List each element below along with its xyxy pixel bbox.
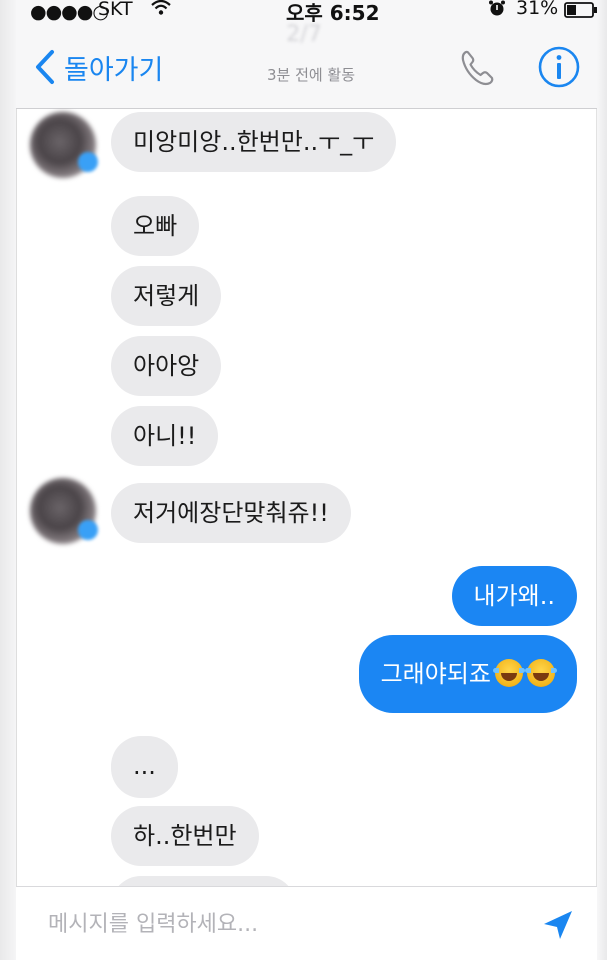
status-bar: ●●●●○ SKT 오후 6:52 31% [16,0,598,25]
messenger-badge-icon [78,520,98,540]
last-active-status: 3분 전에 활동 [266,66,356,84]
signal-strength-indicator: ●●●●○ [30,1,109,23]
chevron-left-icon [36,50,54,84]
photo-edge-right [596,0,607,960]
incoming-message-bubble[interactable]: 미앙미앙..한번만..ㅜ_ㅜ [111,112,397,172]
alarm-icon [488,0,506,22]
incoming-message-bubble[interactable]: 아아앙 [111,336,222,396]
incoming-message-bubble[interactable]: 저거에장단맞춰쥬!! [111,483,351,543]
incoming-message-bubble[interactable]: ... [111,736,178,798]
incoming-message-bubble[interactable]: 저렇게 [111,266,222,326]
send-button[interactable] [538,905,578,945]
navigation-bar: 돌아가기 2/7 3분 전에 활동 [16,22,597,109]
laughing-tears-emoji [525,659,557,687]
info-icon [538,46,580,88]
info-button[interactable] [536,44,582,90]
back-button[interactable]: 돌아가기 [32,42,163,92]
incoming-message-bubble[interactable]: 하..한번만 [111,806,259,866]
photo-edge-left [0,0,17,960]
carrier-name: SKT [98,0,133,20]
laughing-tears-emoji [493,659,525,687]
contact-name: 2/7 [286,22,322,47]
incoming-message-bubble[interactable]: 아니!! [111,406,219,466]
message-composer [16,886,597,960]
outgoing-message-bubble[interactable]: 내가왜.. [451,566,577,626]
wifi-icon [150,0,172,23]
chat-screen: ●●●●○ SKT 오후 6:52 31% 돌아가기 2/7 3분 전에 활동 … [0,0,607,960]
battery-percent: 31% [516,0,559,19]
battery-icon [564,1,598,23]
messenger-badge-icon [78,152,98,172]
back-button-label: 돌아가기 [64,54,164,86]
phone-icon [461,50,494,86]
partial-message-bubble [111,876,296,886]
message-input[interactable] [46,901,510,947]
incoming-message-bubble[interactable]: 오빠 [111,196,200,256]
send-arrow-icon [544,911,572,939]
message-list[interactable]: 미앙미앙..한번만..ㅜ_ㅜ 오빠 저렇게 아아앙 아니!! 저거에장단맞춰쥬!… [16,108,597,886]
outgoing-message-text: 그래야되죠 [380,660,491,688]
outgoing-message-bubble[interactable]: 그래야되죠 [358,635,577,713]
call-button[interactable] [456,46,500,90]
